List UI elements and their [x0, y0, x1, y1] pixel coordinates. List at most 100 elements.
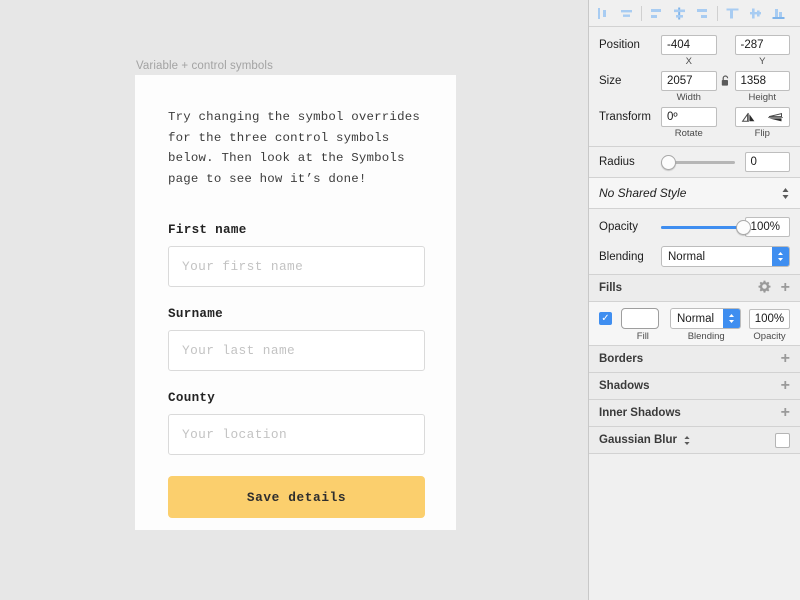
position-x-input[interactable]: -404	[661, 35, 717, 55]
checkmark-icon: ✓	[601, 314, 609, 324]
inspector-panel: Position -404 -287 X Y Size 2057	[588, 0, 800, 600]
gaussian-blur-header-label: Gaussian Blur	[599, 434, 677, 446]
proportions-lock-button[interactable]	[717, 75, 735, 87]
borders-header-label: Borders	[599, 353, 643, 365]
gear-icon[interactable]	[758, 280, 771, 296]
surname-placeholder: Your last name	[182, 343, 295, 358]
transform-sublabels: Rotate Flip	[589, 127, 800, 139]
opacity-label: Opacity	[599, 221, 661, 233]
size-label: Size	[599, 75, 661, 87]
position-label: Position	[599, 39, 661, 51]
borders-section-header: Borders +	[589, 346, 800, 372]
blending-value: Normal	[668, 251, 705, 263]
size-height-input[interactable]: 1358	[735, 71, 791, 91]
chevron-updown-icon[interactable]	[781, 187, 790, 200]
unlocked-padlock-icon	[721, 75, 730, 87]
flip-button-group	[735, 107, 790, 127]
flip-vertical-button[interactable]	[767, 112, 784, 123]
county-input[interactable]: Your location	[168, 414, 425, 455]
rotate-sublabel: Rotate	[661, 128, 717, 139]
fill-enabled-checkbox[interactable]: ✓	[599, 312, 612, 325]
transform-row: Transform 0º	[589, 107, 800, 127]
county-placeholder: Your location	[182, 427, 287, 442]
first-name-input[interactable]: Your first name	[168, 246, 425, 287]
fill-blending-select-arrow[interactable]	[723, 309, 740, 328]
align-top-icon[interactable]	[721, 2, 744, 24]
add-inner-shadow-button[interactable]: +	[781, 405, 790, 421]
size-height-sublabel: Height	[735, 92, 791, 103]
fills-section-header: Fills +	[589, 275, 800, 301]
shared-style-select[interactable]: No Shared Style	[599, 183, 790, 204]
flip-horizontal-button[interactable]	[741, 112, 758, 123]
fill-row: ✓ Normal 100%	[599, 308, 790, 329]
fill-blending-select[interactable]: Normal	[670, 308, 741, 329]
radius-row: Radius 0	[589, 147, 800, 177]
shared-style-row[interactable]: No Shared Style	[589, 178, 800, 208]
fill-blending-value: Normal	[677, 313, 714, 325]
distribute-right-icon[interactable]	[691, 2, 714, 24]
gaussian-blur-label-group: Gaussian Blur	[599, 434, 691, 446]
blending-label: Blending	[599, 251, 661, 263]
add-shadow-button[interactable]: +	[781, 378, 790, 394]
field-label-first-name: First name	[168, 223, 425, 237]
field-group-surname: Surname Your last name	[168, 307, 425, 371]
flip-sublabel: Flip	[735, 128, 791, 139]
opacity-row: Opacity 100%	[589, 215, 800, 239]
opacity-input[interactable]: 100%	[745, 217, 790, 237]
field-label-surname: Surname	[168, 307, 425, 321]
inner-shadows-section-header: Inner Shadows +	[589, 400, 800, 426]
intro-paragraph: Try changing the symbol overrides for th…	[168, 107, 425, 189]
toolbar-divider-1	[641, 6, 642, 21]
add-fill-button[interactable]: +	[781, 280, 790, 296]
radius-slider[interactable]	[661, 155, 735, 169]
blur-type-stepper[interactable]	[683, 435, 691, 446]
flip-vertical-icon	[767, 112, 784, 123]
chevron-updown-icon	[728, 313, 735, 324]
radius-slider-knob[interactable]	[661, 155, 676, 170]
toolbar-divider-2	[717, 6, 718, 21]
blending-select[interactable]: Normal	[661, 246, 790, 267]
fill-sublabel: Fill	[625, 331, 660, 342]
align-left-icon[interactable]	[592, 2, 615, 24]
shared-style-value: No Shared Style	[599, 186, 686, 200]
opacity-slider-knob[interactable]	[736, 220, 751, 235]
radius-input[interactable]: 0	[745, 152, 790, 172]
rotate-input[interactable]: 0º	[661, 107, 717, 127]
blending-row: Blending Normal	[589, 245, 800, 268]
opacity-slider[interactable]	[661, 220, 735, 234]
add-border-button[interactable]: +	[781, 351, 790, 367]
save-details-button[interactable]: Save details	[168, 476, 425, 518]
artboard[interactable]: Try changing the symbol overrides for th…	[135, 75, 456, 530]
inner-shadows-header-label: Inner Shadows	[599, 407, 681, 419]
fill-opacity-input[interactable]: 100%	[749, 309, 790, 329]
fills-header-label: Fills	[599, 282, 622, 294]
position-y-input[interactable]: -287	[735, 35, 791, 55]
form-container: Try changing the symbol overrides for th…	[168, 107, 425, 518]
sketch-app-window: Variable + control symbols Try changing …	[0, 0, 800, 600]
position-x-sublabel: X	[661, 56, 717, 67]
field-group-first-name: First name Your first name	[168, 223, 425, 287]
align-center-horizontal-icon[interactable]	[615, 2, 638, 24]
fill-color-swatch[interactable]	[621, 308, 659, 329]
surname-input[interactable]: Your last name	[168, 330, 425, 371]
canvas-area[interactable]: Variable + control symbols Try changing …	[0, 0, 588, 600]
fill-sublabels: Fill Blending Opacity	[599, 329, 790, 342]
blending-select-arrow[interactable]	[772, 247, 789, 266]
opacity-blending-block: Opacity 100% Blending Normal	[589, 209, 800, 274]
position-row: Position -404 -287	[589, 35, 800, 55]
position-y-sublabel: Y	[735, 56, 791, 67]
gaussian-blur-enabled-checkbox[interactable]	[775, 433, 790, 448]
size-width-input[interactable]: 2057	[661, 71, 717, 91]
artboard-label[interactable]: Variable + control symbols	[136, 60, 273, 72]
fill-blending-sublabel: Blending	[671, 331, 741, 342]
field-group-county: County Your location	[168, 391, 425, 455]
align-bottom-icon[interactable]	[767, 2, 790, 24]
fills-header-actions: +	[758, 280, 790, 296]
distribute-center-icon[interactable]	[668, 2, 691, 24]
align-middle-icon[interactable]	[744, 2, 767, 24]
divider-below-gaussian-blur	[589, 453, 800, 454]
radius-label: Radius	[599, 156, 661, 168]
geometry-block: Position -404 -287 X Y Size 2057	[589, 27, 800, 146]
distribute-left-icon[interactable]	[645, 2, 668, 24]
size-row: Size 2057 1358	[589, 71, 800, 91]
